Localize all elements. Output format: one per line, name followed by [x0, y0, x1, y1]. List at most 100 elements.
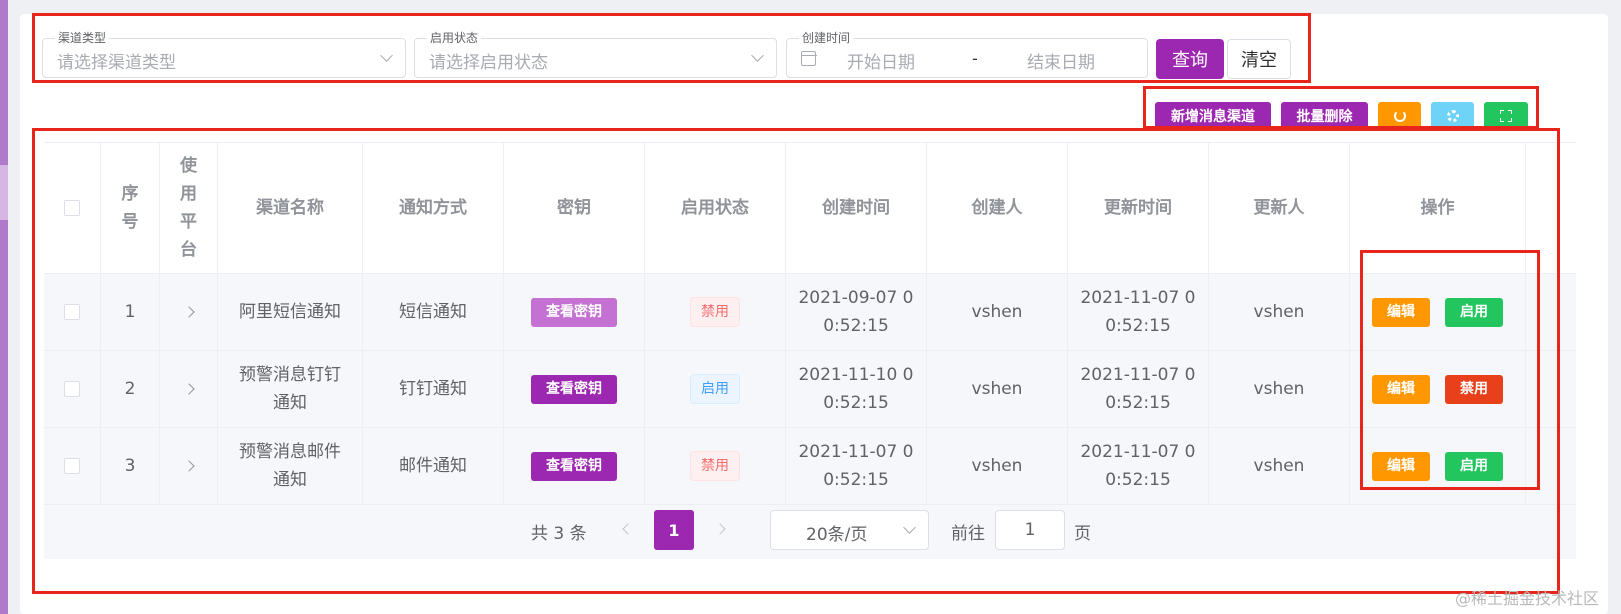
chevron-down-icon	[903, 521, 916, 534]
toggle-status-button[interactable]: 启用	[1445, 297, 1503, 327]
toggle-status-button[interactable]: 禁用	[1445, 374, 1503, 404]
table-row: 2 预警消息钉钉 通知 钉钉通知 查看密钥 启用 2021-11-10 0 0:52…	[44, 351, 1576, 428]
page-suffix: 页	[1074, 524, 1091, 544]
row-updater: vshen	[1209, 428, 1350, 504]
header-updater: 更新人	[1209, 143, 1350, 273]
channel-name-line: 通知	[273, 393, 307, 413]
header-platform-char: 台	[180, 240, 197, 260]
row-actions: 编辑 启用	[1350, 274, 1526, 350]
row-channel-name: 预警消息邮件 通知	[218, 428, 363, 504]
row-index: 1	[101, 274, 160, 350]
row-notify-method: 邮件通知	[363, 428, 504, 504]
row-secret-key: 查看密钥	[504, 428, 645, 504]
header-creator: 创建人	[927, 143, 1068, 273]
channel-type-select[interactable]: 渠道类型 请选择渠道类型	[42, 30, 406, 78]
watermark: @稀土掘金技术社区	[1455, 589, 1600, 608]
current-page-button[interactable]: 1	[654, 510, 694, 550]
prev-page-icon[interactable]	[622, 523, 634, 535]
end-date-input[interactable]: 结束日期	[1027, 48, 1147, 73]
header-updated-time: 更新时间	[1068, 143, 1209, 273]
chevron-right-icon[interactable]	[182, 383, 195, 395]
row-select[interactable]	[44, 351, 101, 427]
clear-button[interactable]: 清空	[1227, 39, 1291, 79]
header-index-char: 号	[121, 212, 139, 232]
edit-button[interactable]: 编辑	[1372, 451, 1430, 481]
created-time-label: 创建时间	[799, 30, 854, 46]
view-key-button[interactable]: 查看密钥	[531, 297, 617, 327]
row-enable-status: 禁用	[645, 428, 786, 504]
header-platform-char: 使	[180, 156, 197, 176]
chevron-right-icon[interactable]	[182, 460, 195, 472]
row-expand[interactable]	[160, 274, 218, 350]
checkbox[interactable]	[64, 304, 80, 320]
view-key-button[interactable]: 查看密钥	[531, 451, 617, 481]
enable-status-label: 启用状态	[427, 30, 482, 46]
goto-page-input[interactable]	[995, 510, 1065, 550]
table-row: 1 阿里短信通知 短信通知 查看密钥 禁用 2021-09-07 0 0:52:1…	[44, 274, 1576, 351]
row-updater: vshen	[1209, 351, 1350, 427]
checkbox[interactable]	[64, 458, 80, 474]
calendar-icon	[800, 51, 817, 66]
table-header: 序 号 使 用 平 台 渠道名称 通知方式 密钥 启用状态 创建时间 创建人 更…	[44, 142, 1576, 274]
row-updated-time: 2021-11-07 0 0:52:15	[1068, 274, 1209, 350]
status-badge: 禁用	[690, 297, 740, 327]
updated-time-line: 0:52:15	[1105, 316, 1171, 336]
row-select[interactable]	[44, 428, 101, 504]
enable-status-placeholder: 请选择启用状态	[429, 53, 548, 73]
refresh-button[interactable]	[1378, 102, 1421, 130]
row-secret-key: 查看密钥	[504, 351, 645, 427]
row-index: 2	[101, 351, 160, 427]
row-actions: 编辑 禁用	[1350, 351, 1526, 427]
row-creator: vshen	[927, 428, 1068, 504]
page-size-value: 20条/页	[806, 525, 868, 545]
add-channel-button[interactable]: 新增消息渠道	[1155, 102, 1271, 130]
channel-name-line: 阿里短信通知	[239, 302, 341, 322]
channel-type-placeholder: 请选择渠道类型	[57, 53, 176, 73]
refresh-icon	[1393, 110, 1406, 122]
chevron-down-icon	[380, 49, 393, 62]
created-time-line: 0:52:15	[823, 393, 889, 413]
row-select[interactable]	[44, 274, 101, 350]
checkbox[interactable]	[64, 381, 80, 397]
table-row: 3 预警消息邮件 通知 邮件通知 查看密钥 禁用 2021-11-07 0 0:52…	[44, 428, 1576, 505]
date-separator: -	[972, 49, 978, 68]
channel-name-line: 预警消息邮件	[239, 442, 341, 462]
header-enable-status: 启用状态	[645, 143, 786, 273]
edit-button[interactable]: 编辑	[1372, 374, 1430, 404]
row-secret-key: 查看密钥	[504, 274, 645, 350]
enable-status-select[interactable]: 启用状态 请选择启用状态	[414, 30, 777, 78]
row-enable-status: 启用	[645, 351, 786, 427]
channel-type-label: 渠道类型	[55, 30, 110, 46]
row-notify-method: 短信通知	[363, 274, 504, 350]
pagination: 共 3 条 1 20条/页 前往 页	[44, 505, 1576, 559]
next-page-icon[interactable]	[714, 523, 726, 535]
view-key-button[interactable]: 查看密钥	[531, 374, 617, 404]
row-expand[interactable]	[160, 351, 218, 427]
query-button[interactable]: 查询	[1156, 39, 1224, 79]
toggle-status-button[interactable]: 启用	[1445, 451, 1503, 481]
settings-button[interactable]	[1431, 102, 1474, 130]
created-time-line: 0:52:15	[823, 316, 889, 336]
edit-button[interactable]: 编辑	[1372, 297, 1430, 327]
row-updated-time: 2021-11-07 0 0:52:15	[1068, 428, 1209, 504]
start-date-input[interactable]: 开始日期	[847, 48, 977, 73]
batch-delete-button[interactable]: 批量删除	[1281, 102, 1368, 130]
fullscreen-button[interactable]	[1484, 102, 1528, 130]
created-time-line: 0:52:15	[823, 470, 889, 490]
row-expand[interactable]	[160, 428, 218, 504]
row-updater: vshen	[1209, 274, 1350, 350]
checkbox[interactable]	[64, 200, 80, 216]
page-size-select[interactable]: 20条/页	[770, 510, 929, 550]
header-index: 序 号	[101, 143, 160, 273]
header-select-all[interactable]	[44, 143, 101, 273]
channel-name-line: 预警消息钉钉	[239, 365, 341, 385]
row-updated-time: 2021-11-07 0 0:52:15	[1068, 351, 1209, 427]
settings-icon	[1446, 110, 1459, 122]
chevron-right-icon[interactable]	[182, 306, 195, 318]
header-notify-method: 通知方式	[363, 143, 504, 273]
row-created-time: 2021-11-07 0 0:52:15	[786, 428, 927, 504]
row-notify-method: 钉钉通知	[363, 351, 504, 427]
header-channel-name: 渠道名称	[218, 143, 363, 273]
header-platform: 使 用 平 台	[160, 143, 218, 273]
created-time-range-picker[interactable]: 创建时间 开始日期 - 结束日期	[786, 30, 1148, 78]
